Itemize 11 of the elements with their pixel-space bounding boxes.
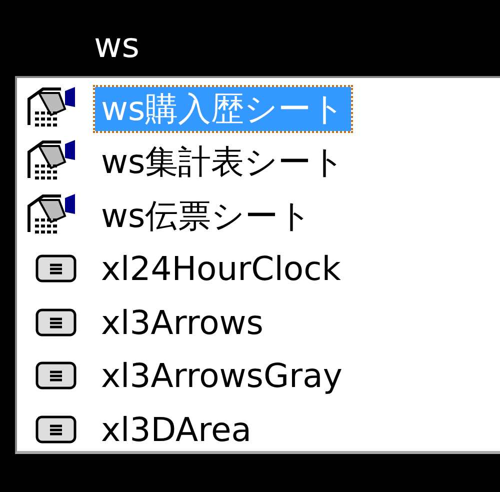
completion-item[interactable]: ws伝票シート [95,194,318,238]
completion-item[interactable]: xl3ArrowsGray [95,354,348,398]
enum-icon [35,254,77,284]
enum-icon [35,414,77,445]
completion-item[interactable]: xl24HourClock [95,247,347,292]
completion-item[interactable]: xl3Arrows [95,300,270,345]
enum-icon [35,308,77,338]
completion-item[interactable]: xl3DArea [95,408,258,452]
typed-text: ws [94,26,140,66]
completion-item[interactable]: ws集計表シート [95,140,352,184]
enum-icon [35,361,77,392]
